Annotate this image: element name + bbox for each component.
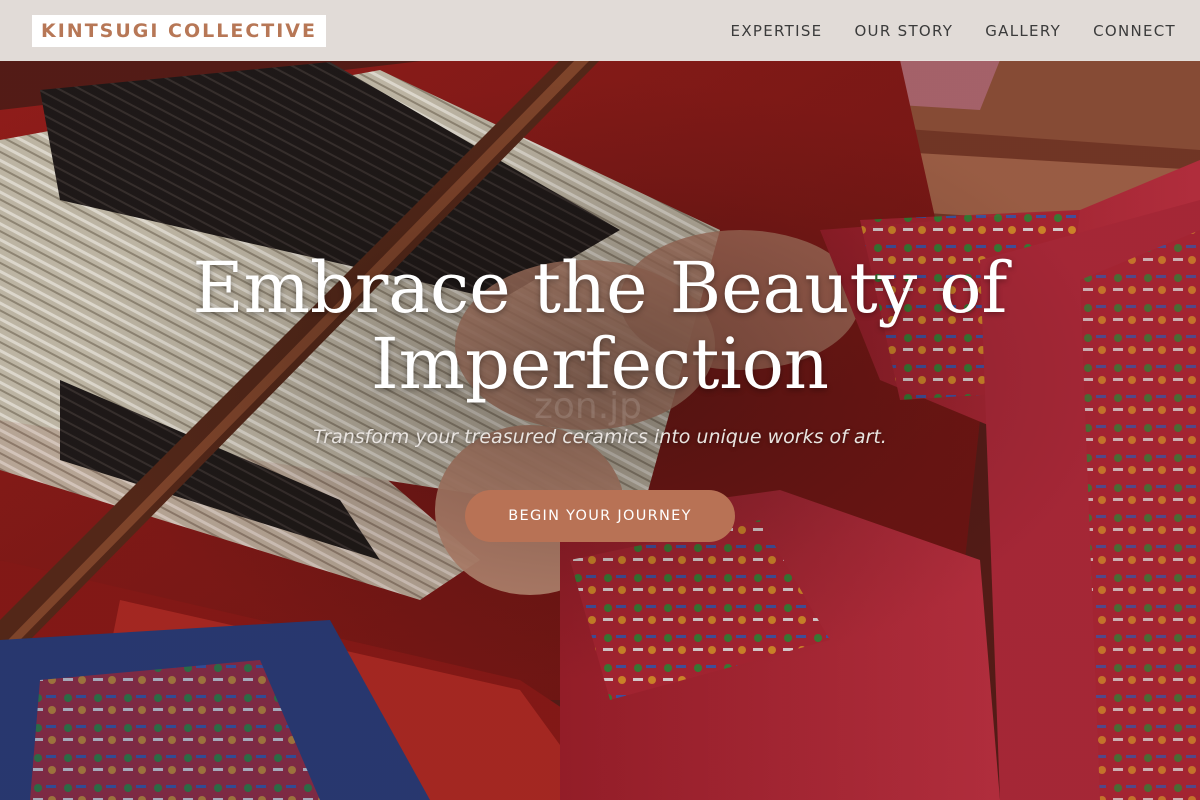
nav-link-gallery[interactable]: GALLERY bbox=[985, 22, 1061, 40]
hero-subtitle: Transform your treasured ceramics into u… bbox=[313, 426, 887, 448]
hero-content: Embrace the Beauty of Imperfection Trans… bbox=[0, 250, 1200, 542]
begin-journey-button[interactable]: BEGIN YOUR JOURNEY bbox=[465, 490, 735, 542]
nav-link-expertise[interactable]: EXPERTISE bbox=[731, 22, 823, 40]
nav-link-connect[interactable]: CONNECT bbox=[1093, 22, 1176, 40]
hero-title: Embrace the Beauty of Imperfection bbox=[192, 247, 1008, 405]
site-header: KINTSUGI COLLECTIVE EXPERTISE OUR STORY … bbox=[0, 0, 1200, 61]
nav-link-our-story[interactable]: OUR STORY bbox=[854, 22, 953, 40]
main-nav: EXPERTISE OUR STORY GALLERY CONNECT bbox=[731, 22, 1176, 40]
brand-logo[interactable]: KINTSUGI COLLECTIVE bbox=[32, 14, 326, 47]
